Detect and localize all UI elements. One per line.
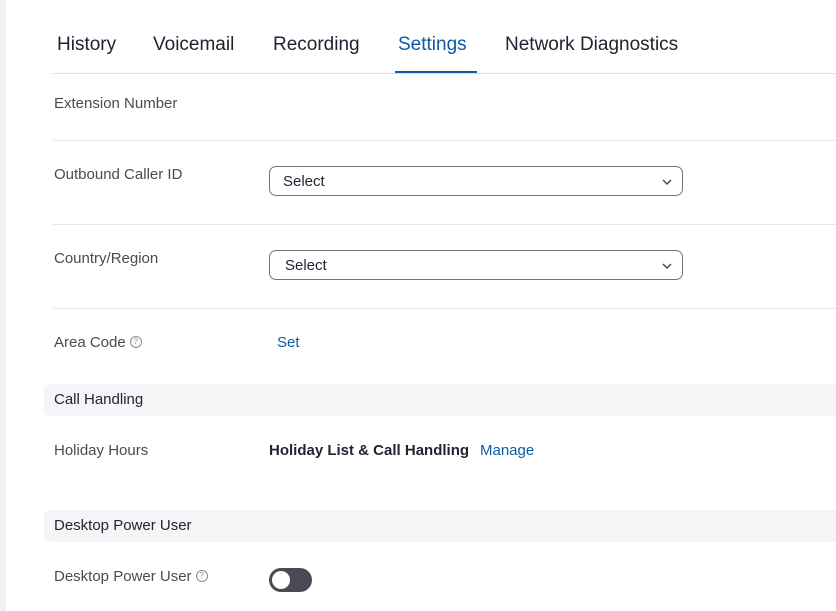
active-tab-indicator	[395, 71, 477, 73]
toggle-knob	[272, 571, 290, 589]
area-code-set-link[interactable]: Set	[277, 334, 300, 351]
chevron-down-icon	[662, 179, 672, 186]
holiday-hours-label: Holiday Hours	[54, 442, 149, 459]
desktop-power-user-label: Desktop Power User?	[54, 568, 208, 585]
desktop-power-user-toggle[interactable]	[269, 568, 312, 592]
call-handling-title: Call Handling	[54, 391, 144, 408]
desktop-power-user-section-header: Desktop Power User	[44, 510, 836, 542]
divider	[53, 308, 836, 309]
area-code-label-text: Area Code	[54, 334, 126, 351]
tab-history[interactable]: History	[57, 34, 116, 56]
divider	[53, 140, 836, 141]
tab-bar: History Voicemail Recording Settings Net…	[53, 0, 836, 74]
help-icon[interactable]: ?	[129, 336, 142, 349]
tab-settings[interactable]: Settings	[398, 34, 467, 56]
help-icon[interactable]: ?	[195, 570, 208, 583]
tab-recording[interactable]: Recording	[273, 34, 360, 56]
desktop-power-user-label-text: Desktop Power User	[54, 568, 192, 585]
extension-number-label: Extension Number	[54, 95, 178, 112]
outbound-caller-id-value: Select	[283, 173, 325, 190]
country-region-select[interactable]: Select	[269, 250, 683, 280]
outbound-caller-id-select[interactable]: Select	[269, 166, 683, 196]
divider	[53, 224, 836, 225]
tab-voicemail[interactable]: Voicemail	[153, 34, 234, 56]
chevron-down-icon	[662, 263, 672, 270]
holiday-manage-link[interactable]: Manage	[480, 442, 534, 459]
left-rail	[0, 0, 6, 611]
country-region-value: Select	[285, 257, 327, 274]
country-region-label: Country/Region	[54, 250, 159, 267]
desktop-power-user-title: Desktop Power User	[54, 517, 192, 534]
tab-network-diagnostics[interactable]: Network Diagnostics	[505, 34, 678, 56]
holiday-list-value: Holiday List & Call Handling	[269, 442, 470, 459]
area-code-label: Area Code?	[54, 334, 142, 351]
call-handling-section-header: Call Handling	[44, 384, 836, 416]
outbound-caller-id-label: Outbound Caller ID	[54, 166, 183, 183]
